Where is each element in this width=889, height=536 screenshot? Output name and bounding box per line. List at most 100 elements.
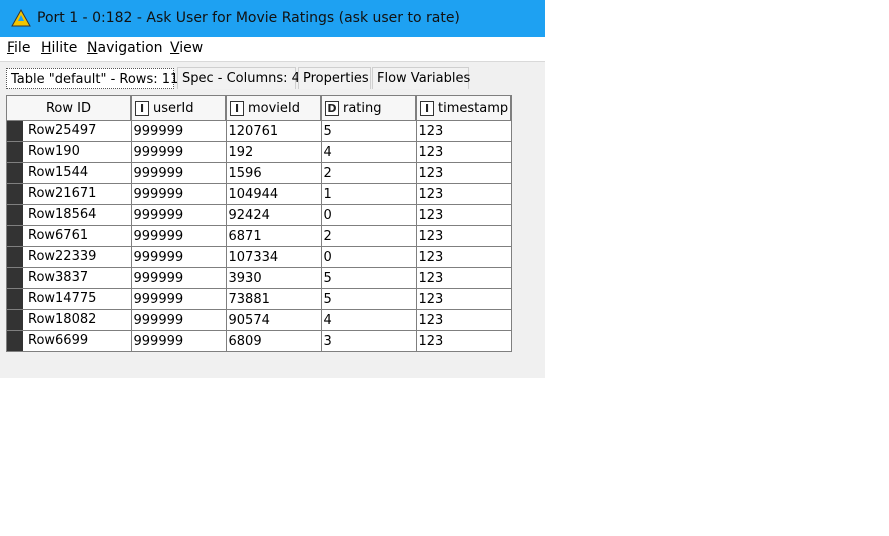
cell-userid[interactable]: 999999 [130, 183, 227, 205]
column-header-label: rating [343, 100, 382, 116]
cell-movieid[interactable]: 92424 [225, 204, 322, 226]
cell-movieid[interactable]: 6809 [225, 330, 322, 352]
cell-timestamp[interactable]: 123 [415, 267, 512, 289]
cell-movieid[interactable]: 107334 [225, 246, 322, 268]
row-id: Row6699 [28, 333, 89, 348]
row-marker [7, 121, 23, 141]
cell-movieid[interactable]: 1596 [225, 162, 322, 184]
cell-timestamp[interactable]: 123 [415, 183, 512, 205]
row-marker [7, 184, 23, 204]
cell-timestamp[interactable]: 123 [415, 288, 512, 310]
cell-rating[interactable]: 3 [320, 330, 417, 352]
table-row[interactable]: Row25497 999999 120761 5 123 [6, 120, 512, 142]
menu-file[interactable]: File [7, 40, 30, 56]
table-row[interactable]: Row1544 999999 1596 2 123 [6, 162, 512, 184]
data-table: Row ID I userId I movieId D rating I tim… [6, 95, 512, 352]
row-id-header[interactable]: Row ID [6, 95, 132, 121]
integer-type-icon: I [420, 100, 434, 116]
cell-rating[interactable]: 5 [320, 267, 417, 289]
cell-timestamp[interactable]: 123 [415, 330, 512, 352]
cell-rating[interactable]: 5 [320, 288, 417, 310]
table-row[interactable]: Row3837 999999 3930 5 123 [6, 267, 512, 289]
row-marker [7, 331, 23, 351]
cell-timestamp[interactable]: 123 [415, 309, 512, 331]
table-row[interactable]: Row21671 999999 104944 1 123 [6, 183, 512, 205]
column-header-movieid[interactable]: I movieId [225, 95, 322, 121]
row-id: Row22339 [28, 249, 97, 264]
row-id: Row21671 [28, 186, 97, 201]
cell-userid[interactable]: 999999 [130, 204, 227, 226]
row-marker [7, 163, 23, 183]
tab-bar: Table "default" - Rows: 11 Spec - Column… [0, 61, 545, 95]
cell-movieid[interactable]: 6871 [225, 225, 322, 247]
table-header-row: Row ID I userId I movieId D rating I tim… [6, 95, 512, 121]
column-header-label: userId [153, 100, 194, 116]
menu-view[interactable]: View [170, 40, 203, 56]
column-header-rating[interactable]: D rating [320, 95, 417, 121]
table-row[interactable]: Row6699 999999 6809 3 123 [6, 330, 512, 352]
table-row[interactable]: Row18564 999999 92424 0 123 [6, 204, 512, 226]
cell-movieid[interactable]: 192 [225, 141, 322, 163]
cell-rating[interactable]: 4 [320, 309, 417, 331]
cell-userid[interactable]: 999999 [130, 288, 227, 310]
cell-timestamp[interactable]: 123 [415, 162, 512, 184]
table-row[interactable]: Row18082 999999 90574 4 123 [6, 309, 512, 331]
cell-userid[interactable]: 999999 [130, 330, 227, 352]
row-id: Row190 [28, 144, 80, 159]
row-id: Row6761 [28, 228, 89, 243]
cell-rating[interactable]: 2 [320, 162, 417, 184]
cell-userid[interactable]: 999999 [130, 141, 227, 163]
row-marker [7, 289, 23, 309]
cell-timestamp[interactable]: 123 [415, 141, 512, 163]
title-bar: Port 1 - 0:182 - Ask User for Movie Rati… [0, 0, 545, 37]
table-row[interactable]: Row22339 999999 107334 0 123 [6, 246, 512, 268]
cell-rating[interactable]: 2 [320, 225, 417, 247]
row-marker [7, 247, 23, 267]
cell-movieid[interactable]: 3930 [225, 267, 322, 289]
column-header-timestamp[interactable]: I timestamp [415, 95, 512, 121]
cell-timestamp[interactable]: 123 [415, 246, 512, 268]
data-viewer-window: Port 1 - 0:182 - Ask User for Movie Rati… [0, 0, 545, 378]
cell-timestamp[interactable]: 123 [415, 225, 512, 247]
cell-rating[interactable]: 0 [320, 246, 417, 268]
double-type-icon: D [325, 100, 339, 116]
warning-triangle-icon [11, 9, 31, 27]
cell-movieid[interactable]: 104944 [225, 183, 322, 205]
row-marker [7, 142, 23, 162]
column-header-userid[interactable]: I userId [130, 95, 227, 121]
row-id: Row25497 [28, 123, 97, 138]
cell-rating[interactable]: 1 [320, 183, 417, 205]
tab-table-default[interactable]: Table "default" - Rows: 11 [6, 68, 178, 89]
cell-rating[interactable]: 5 [320, 120, 417, 142]
cell-userid[interactable]: 999999 [130, 225, 227, 247]
table-row[interactable]: Row14775 999999 73881 5 123 [6, 288, 512, 310]
row-marker [7, 310, 23, 330]
cell-userid[interactable]: 999999 [130, 120, 227, 142]
row-id: Row1544 [28, 165, 89, 180]
cell-movieid[interactable]: 120761 [225, 120, 322, 142]
cell-timestamp[interactable]: 123 [415, 204, 512, 226]
row-marker [7, 268, 23, 288]
column-header-label: timestamp [438, 100, 509, 116]
tab-flow-variables[interactable]: Flow Variables [372, 67, 470, 89]
table-panel: Row ID I userId I movieId D rating I tim… [6, 95, 545, 378]
cell-movieid[interactable]: 73881 [225, 288, 322, 310]
integer-type-icon: I [135, 100, 149, 116]
table-row[interactable]: Row6761 999999 6871 2 123 [6, 225, 512, 247]
cell-userid[interactable]: 999999 [130, 162, 227, 184]
cell-userid[interactable]: 999999 [130, 246, 227, 268]
cell-movieid[interactable]: 90574 [225, 309, 322, 331]
table-row[interactable]: Row190 999999 192 4 123 [6, 141, 512, 163]
cell-rating[interactable]: 4 [320, 141, 417, 163]
menu-hilite[interactable]: Hilite [41, 40, 77, 56]
cell-userid[interactable]: 999999 [130, 309, 227, 331]
tab-spec-columns[interactable]: Spec - Columns: 4 [177, 67, 300, 89]
row-id: Row3837 [28, 270, 89, 285]
column-header-label: movieId [248, 100, 301, 116]
tab-properties[interactable]: Properties [298, 67, 371, 89]
cell-userid[interactable]: 999999 [130, 267, 227, 289]
cell-rating[interactable]: 0 [320, 204, 417, 226]
table-body: Row25497 999999 120761 5 123 Row190 9999… [6, 120, 512, 352]
menu-navigation[interactable]: Navigation [87, 40, 163, 56]
cell-timestamp[interactable]: 123 [415, 120, 512, 142]
